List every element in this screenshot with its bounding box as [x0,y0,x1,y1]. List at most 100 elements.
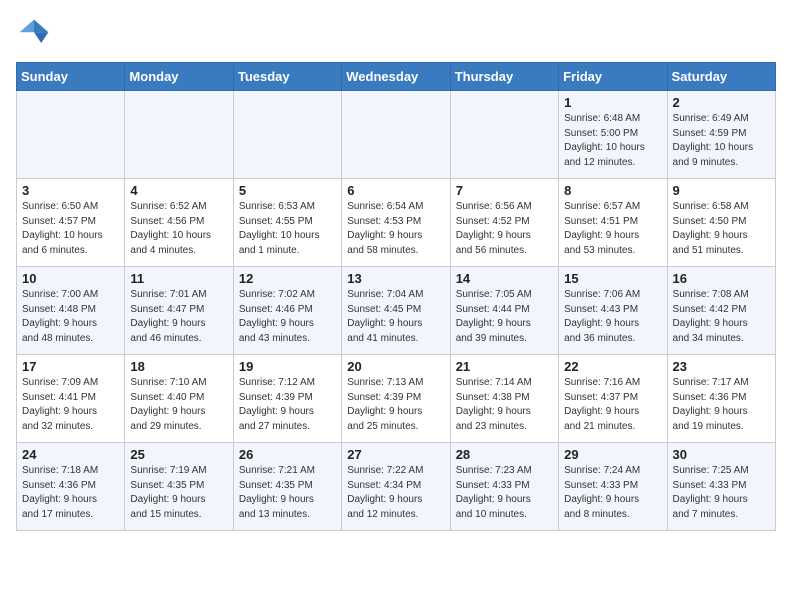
day-info: Sunrise: 6:48 AM Sunset: 5:00 PM Dayligh… [564,112,661,170]
calendar-cell [450,91,558,179]
day-number: 4 [130,183,227,198]
calendar-cell: 3 Sunrise: 6:50 AM Sunset: 4:57 PM Daylig… [17,179,125,267]
calendar-cell: 16 Sunrise: 7:08 AM Sunset: 4:42 PM Dayli… [667,267,775,355]
calendar-cell [17,91,125,179]
day-info: Sunrise: 7:08 AM Sunset: 4:42 PM Dayligh… [673,288,770,346]
calendar-cell: 10 Sunrise: 7:00 AM Sunset: 4:48 PM Dayli… [17,267,125,355]
day-info: Sunrise: 7:18 AM Sunset: 4:36 PM Dayligh… [22,464,119,522]
day-number: 1 [564,95,661,110]
day-info: Sunrise: 7:19 AM Sunset: 4:35 PM Dayligh… [130,464,227,522]
day-info: Sunrise: 7:14 AM Sunset: 4:38 PM Dayligh… [456,376,553,434]
calendar-week-row: 17 Sunrise: 7:09 AM Sunset: 4:41 PM Dayli… [17,355,776,443]
calendar-cell: 26 Sunrise: 7:21 AM Sunset: 4:35 PM Dayli… [233,443,341,531]
calendar-cell: 2 Sunrise: 6:49 AM Sunset: 4:59 PM Daylig… [667,91,775,179]
calendar-cell [125,91,233,179]
day-info: Sunrise: 6:49 AM Sunset: 4:59 PM Dayligh… [673,112,770,170]
weekday-header-thursday: Thursday [450,63,558,91]
calendar-cell: 13 Sunrise: 7:04 AM Sunset: 4:45 PM Dayli… [342,267,450,355]
day-info: Sunrise: 7:06 AM Sunset: 4:43 PM Dayligh… [564,288,661,346]
day-number: 22 [564,359,661,374]
calendar-cell: 19 Sunrise: 7:12 AM Sunset: 4:39 PM Dayli… [233,355,341,443]
day-number: 20 [347,359,444,374]
logo-icon [16,16,52,52]
weekday-header-monday: Monday [125,63,233,91]
day-number: 19 [239,359,336,374]
weekday-header-tuesday: Tuesday [233,63,341,91]
calendar-cell [342,91,450,179]
weekday-header-sunday: Sunday [17,63,125,91]
day-info: Sunrise: 7:16 AM Sunset: 4:37 PM Dayligh… [564,376,661,434]
day-number: 13 [347,271,444,286]
calendar-week-row: 10 Sunrise: 7:00 AM Sunset: 4:48 PM Dayli… [17,267,776,355]
day-info: Sunrise: 7:00 AM Sunset: 4:48 PM Dayligh… [22,288,119,346]
day-number: 14 [456,271,553,286]
day-number: 7 [456,183,553,198]
calendar-cell: 6Sunrise: 6:54 AM Sunset: 4:53 PM Daylig… [342,179,450,267]
day-number: 17 [22,359,119,374]
day-info: Sunrise: 6:58 AM Sunset: 4:50 PM Dayligh… [673,200,770,258]
calendar-cell: 30 Sunrise: 7:25 AM Sunset: 4:33 PM Dayli… [667,443,775,531]
calendar-week-row: 1 Sunrise: 6:48 AM Sunset: 5:00 PM Daylig… [17,91,776,179]
day-number: 26 [239,447,336,462]
day-number: 5 [239,183,336,198]
day-number: 25 [130,447,227,462]
calendar-cell: 4 Sunrise: 6:52 AM Sunset: 4:56 PM Daylig… [125,179,233,267]
calendar-cell: 17 Sunrise: 7:09 AM Sunset: 4:41 PM Dayli… [17,355,125,443]
page-header [16,16,776,52]
day-info: Sunrise: 6:52 AM Sunset: 4:56 PM Dayligh… [130,200,227,258]
day-number: 2 [673,95,770,110]
calendar-cell: 9 Sunrise: 6:58 AM Sunset: 4:50 PM Daylig… [667,179,775,267]
day-info: Sunrise: 6:57 AM Sunset: 4:51 PM Dayligh… [564,200,661,258]
weekday-header-friday: Friday [559,63,667,91]
calendar-cell: 24 Sunrise: 7:18 AM Sunset: 4:36 PM Dayli… [17,443,125,531]
day-number: 10 [22,271,119,286]
day-info: Sunrise: 7:04 AM Sunset: 4:45 PM Dayligh… [347,288,444,346]
day-number: 8 [564,183,661,198]
day-info: Sunrise: 7:21 AM Sunset: 4:35 PM Dayligh… [239,464,336,522]
weekday-header-row: SundayMondayTuesdayWednesdayThursdayFrid… [17,63,776,91]
day-number: 9 [673,183,770,198]
calendar-cell: 7 Sunrise: 6:56 AM Sunset: 4:52 PM Daylig… [450,179,558,267]
calendar-week-row: 24 Sunrise: 7:18 AM Sunset: 4:36 PM Dayli… [17,443,776,531]
calendar-cell: 8 Sunrise: 6:57 AM Sunset: 4:51 PM Daylig… [559,179,667,267]
day-info: Sunrise: 6:56 AM Sunset: 4:52 PM Dayligh… [456,200,553,258]
day-number: 27 [347,447,444,462]
day-info: Sunrise: 7:22 AM Sunset: 4:34 PM Dayligh… [347,464,444,522]
calendar-cell: 18Sunrise: 7:10 AM Sunset: 4:40 PM Dayli… [125,355,233,443]
calendar-table: SundayMondayTuesdayWednesdayThursdayFrid… [16,62,776,531]
day-number: 23 [673,359,770,374]
calendar-cell [233,91,341,179]
day-info: Sunrise: 6:50 AM Sunset: 4:57 PM Dayligh… [22,200,119,258]
day-info: Sunrise: 7:01 AM Sunset: 4:47 PM Dayligh… [130,288,227,346]
day-number: 21 [456,359,553,374]
calendar-cell: 23 Sunrise: 7:17 AM Sunset: 4:36 PM Dayli… [667,355,775,443]
calendar-cell: 22 Sunrise: 7:16 AM Sunset: 4:37 PM Dayli… [559,355,667,443]
day-number: 29 [564,447,661,462]
calendar-cell: 28Sunrise: 7:23 AM Sunset: 4:33 PM Dayli… [450,443,558,531]
calendar-cell: 21 Sunrise: 7:14 AM Sunset: 4:38 PM Dayli… [450,355,558,443]
day-number: 24 [22,447,119,462]
calendar-week-row: 3 Sunrise: 6:50 AM Sunset: 4:57 PM Daylig… [17,179,776,267]
calendar-cell: 27 Sunrise: 7:22 AM Sunset: 4:34 PM Dayli… [342,443,450,531]
day-number: 16 [673,271,770,286]
calendar-cell: 5 Sunrise: 6:53 AM Sunset: 4:55 PM Daylig… [233,179,341,267]
day-info: Sunrise: 7:24 AM Sunset: 4:33 PM Dayligh… [564,464,661,522]
calendar-cell: 29 Sunrise: 7:24 AM Sunset: 4:33 PM Dayli… [559,443,667,531]
calendar-cell: 12 Sunrise: 7:02 AM Sunset: 4:46 PM Dayli… [233,267,341,355]
day-info: Sunrise: 7:17 AM Sunset: 4:36 PM Dayligh… [673,376,770,434]
day-number: 12 [239,271,336,286]
day-number: 30 [673,447,770,462]
calendar-cell: 1 Sunrise: 6:48 AM Sunset: 5:00 PM Daylig… [559,91,667,179]
day-number: 3 [22,183,119,198]
weekday-header-wednesday: Wednesday [342,63,450,91]
day-info: Sunrise: 7:25 AM Sunset: 4:33 PM Dayligh… [673,464,770,522]
calendar-cell: 25 Sunrise: 7:19 AM Sunset: 4:35 PM Dayli… [125,443,233,531]
day-info: Sunrise: 7:09 AM Sunset: 4:41 PM Dayligh… [22,376,119,434]
calendar-cell: 14Sunrise: 7:05 AM Sunset: 4:44 PM Dayli… [450,267,558,355]
day-info: Sunrise: 6:53 AM Sunset: 4:55 PM Dayligh… [239,200,336,258]
day-info: Sunrise: 7:02 AM Sunset: 4:46 PM Dayligh… [239,288,336,346]
day-number: 6 [347,183,444,198]
day-info: Sunrise: 7:10 AM Sunset: 4:40 PM Dayligh… [130,376,227,434]
day-info: Sunrise: 7:12 AM Sunset: 4:39 PM Dayligh… [239,376,336,434]
day-info: Sunrise: 7:23 AM Sunset: 4:33 PM Dayligh… [456,464,553,522]
